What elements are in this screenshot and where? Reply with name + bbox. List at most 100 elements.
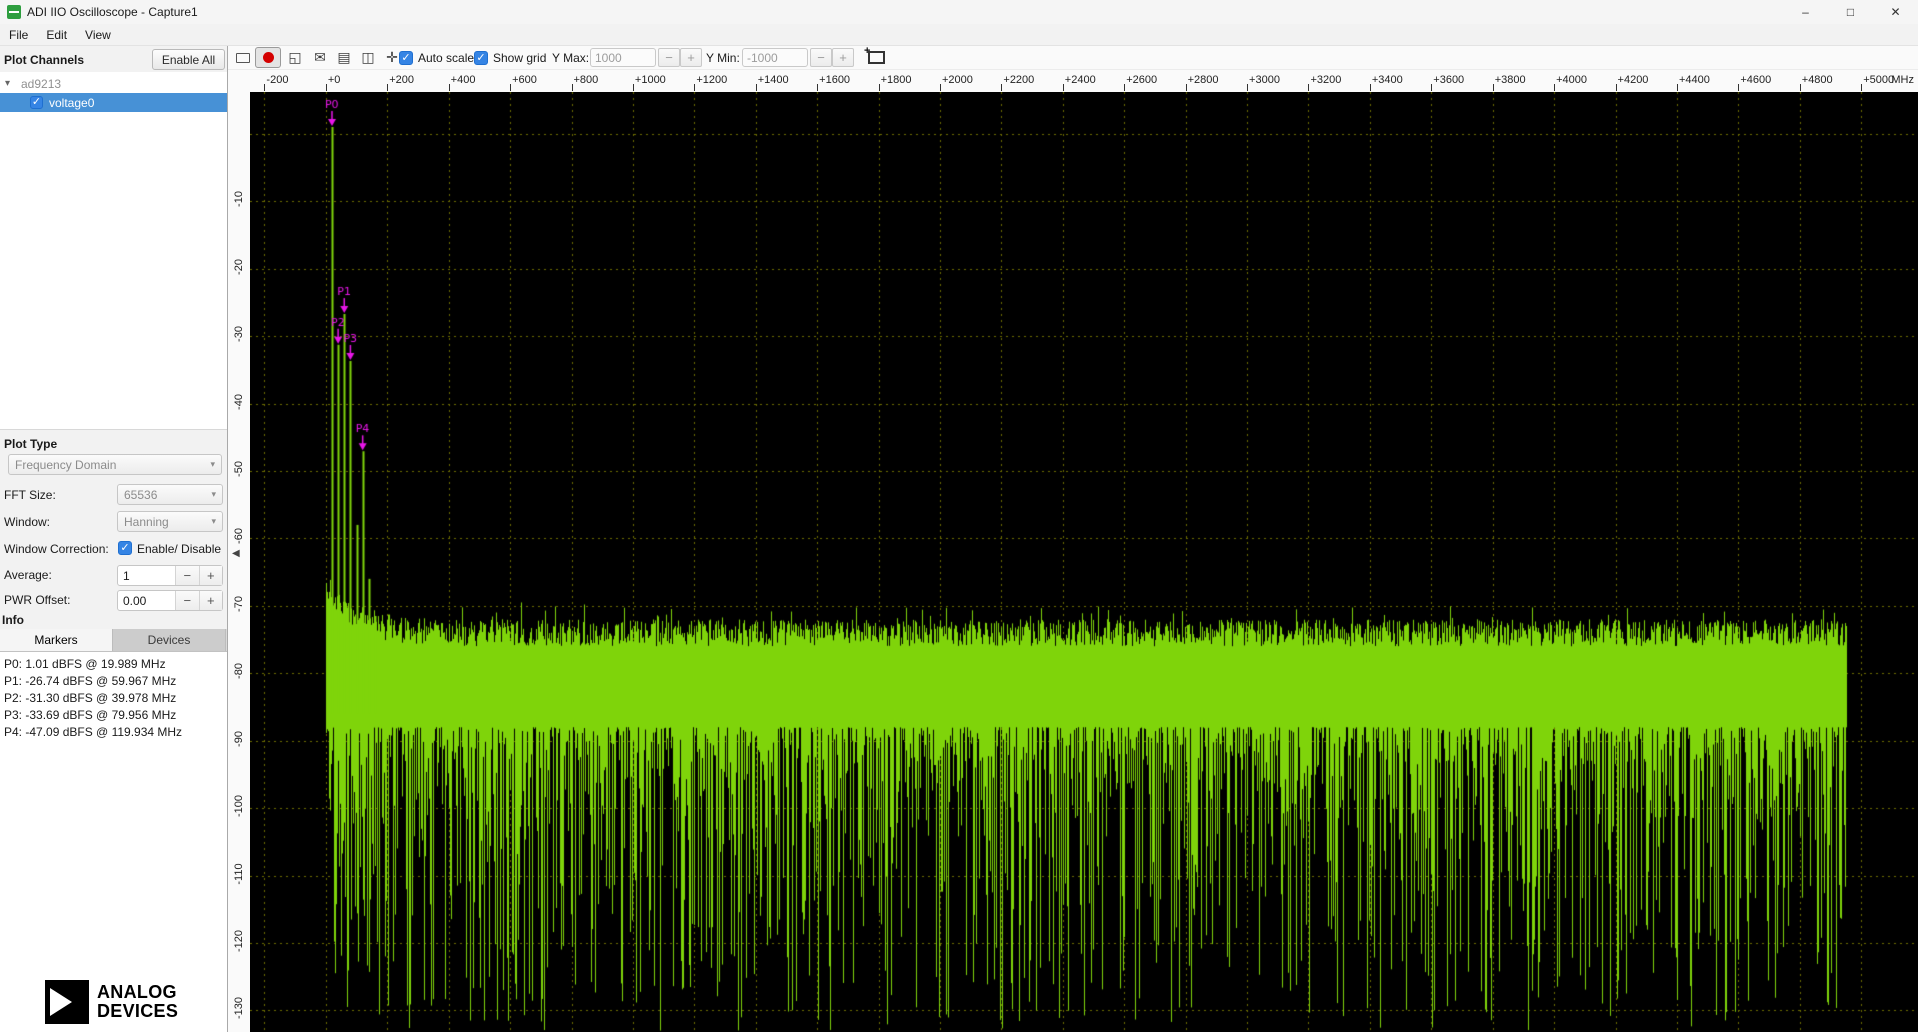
menu-item-view[interactable]: View bbox=[76, 28, 120, 42]
average-stepper: − + bbox=[117, 565, 223, 586]
window-correction-checkbox-label: Enable/ Disable bbox=[137, 542, 221, 556]
pwr-offset-decrement-button[interactable]: − bbox=[175, 591, 199, 610]
tab-markers[interactable]: Markers bbox=[0, 629, 113, 651]
y-max-increment-button[interactable]: + bbox=[680, 48, 702, 67]
y-axis-ruler: ◀ -10-20-30-40-50-60-70-80-90-100-110-12… bbox=[228, 92, 250, 1032]
window-title: ADI IIO Oscilloscope - Capture1 bbox=[27, 5, 198, 19]
show-grid-checkbox[interactable]: ✓ bbox=[474, 51, 488, 65]
zoom-fit-icon[interactable]: ◱ bbox=[285, 49, 305, 66]
y-axis-tick-label: -100 bbox=[233, 789, 245, 823]
snapshot-icon[interactable]: ◫ bbox=[358, 49, 378, 66]
pwr-offset-increment-button[interactable]: + bbox=[199, 591, 223, 610]
x-axis-tick-label: +3800 bbox=[1495, 74, 1526, 86]
show-grid-label: Show grid bbox=[493, 51, 546, 65]
average-input[interactable] bbox=[118, 566, 175, 585]
enable-all-button[interactable]: Enable All bbox=[152, 49, 225, 70]
y-min-increment-button[interactable]: + bbox=[832, 48, 854, 67]
x-axis-tick-label: +1800 bbox=[881, 74, 912, 86]
plot-type-label: Plot Type bbox=[4, 437, 57, 451]
x-axis-tick bbox=[1247, 84, 1248, 91]
marker-row[interactable]: P0: 1.01 dBFS @ 19.989 MHz bbox=[0, 656, 227, 673]
marker-row[interactable]: P2: -31.30 dBFS @ 39.978 MHz bbox=[0, 690, 227, 707]
check-icon: ✓ bbox=[476, 53, 485, 64]
x-axis-tick-label: +2600 bbox=[1126, 74, 1157, 86]
adi-triangle-icon bbox=[50, 988, 72, 1016]
x-axis-tick-label: +4400 bbox=[1679, 74, 1710, 86]
info-tabs: MarkersDevices bbox=[0, 629, 227, 652]
record-button[interactable] bbox=[255, 47, 281, 68]
channel-checkbox[interactable]: ✓ bbox=[30, 96, 43, 109]
y-axis-tick-label: -50 bbox=[233, 452, 245, 486]
x-axis-tick-label: +2800 bbox=[1188, 74, 1219, 86]
plus-icon: + bbox=[864, 45, 870, 57]
marker-row[interactable]: P4: -47.09 dBFS @ 119.934 MHz bbox=[0, 724, 227, 741]
x-axis-tick bbox=[633, 84, 634, 91]
save-icon[interactable]: ▤ bbox=[334, 49, 354, 66]
x-axis-tick bbox=[817, 84, 818, 91]
plot-toolbar: ◱ ✉ ▤ ◫ ✛ ✓ Auto scale ✓ Show grid Y Max… bbox=[228, 46, 1918, 70]
pwr-offset-label: PWR Offset: bbox=[4, 593, 70, 607]
marker-row[interactable]: P1: -26.74 dBFS @ 59.967 MHz bbox=[0, 673, 227, 690]
new-plot-icon[interactable]: + bbox=[868, 51, 885, 64]
window-correction-checkbox[interactable]: ✓ bbox=[118, 541, 132, 555]
check-icon: ✓ bbox=[32, 97, 41, 108]
spectrum-canvas[interactable] bbox=[250, 92, 1918, 1032]
plot-type-value: Frequency Domain bbox=[15, 458, 206, 472]
plot-type-select[interactable]: Frequency Domain ▾ bbox=[8, 454, 222, 475]
x-axis-tick bbox=[510, 84, 511, 91]
y-axis-tick-label: -110 bbox=[233, 857, 245, 891]
y-axis-tick-label: -60 bbox=[233, 519, 245, 553]
analog-devices-logo: ANALOG DEVICES bbox=[45, 980, 178, 1024]
y-axis-tick-label: -10 bbox=[233, 182, 245, 216]
y-axis-tick-label: -30 bbox=[233, 317, 245, 351]
y-max-label: Y Max: bbox=[552, 51, 589, 65]
marker-row[interactable]: P3: -33.69 dBFS @ 79.956 MHz bbox=[0, 707, 227, 724]
menu-bar: FileEditView bbox=[0, 24, 1918, 46]
close-button[interactable]: ✕ bbox=[1873, 0, 1918, 24]
window-correction-label: Window Correction: bbox=[4, 542, 109, 556]
pwr-offset-input[interactable] bbox=[118, 591, 175, 610]
x-axis-tick bbox=[387, 84, 388, 91]
chevron-down-icon: ▾ bbox=[210, 459, 215, 470]
tab-devices[interactable]: Devices bbox=[113, 629, 226, 651]
x-axis-tick-label: +2000 bbox=[942, 74, 973, 86]
device-name: ad9213 bbox=[21, 77, 61, 91]
fft-size-select[interactable]: 65536 ▾ bbox=[117, 484, 223, 505]
x-axis-tick bbox=[449, 84, 450, 91]
average-increment-button[interactable]: + bbox=[199, 566, 223, 585]
y-max-input[interactable] bbox=[590, 48, 656, 67]
x-axis-tick-label: +2200 bbox=[1003, 74, 1034, 86]
app-icon bbox=[7, 5, 21, 19]
average-decrement-button[interactable]: − bbox=[175, 566, 199, 585]
fft-size-label: FFT Size: bbox=[4, 488, 56, 502]
maximize-button[interactable]: □ bbox=[1828, 0, 1873, 24]
window-select[interactable]: Hanning ▾ bbox=[117, 511, 223, 532]
capture-display-icon[interactable] bbox=[236, 53, 250, 63]
y-max-decrement-button[interactable]: − bbox=[658, 48, 680, 67]
x-axis-tick-label: -200 bbox=[266, 74, 288, 86]
y-axis-tick-label: -120 bbox=[233, 924, 245, 958]
menu-item-edit[interactable]: Edit bbox=[37, 28, 76, 42]
device-row[interactable]: ▾ ad9213 bbox=[0, 74, 227, 93]
channel-row-voltage0[interactable]: ✓voltage0 bbox=[0, 93, 227, 112]
average-label: Average: bbox=[4, 568, 52, 582]
menu-item-file[interactable]: File bbox=[0, 28, 37, 42]
y-axis-tick-label: -80 bbox=[233, 654, 245, 688]
pwr-offset-stepper: − + bbox=[117, 590, 223, 611]
y-axis-tick-label: -20 bbox=[233, 250, 245, 284]
minimize-button[interactable]: – bbox=[1783, 0, 1828, 24]
auto-scale-checkbox[interactable]: ✓ bbox=[399, 51, 413, 65]
x-axis-tick bbox=[1616, 84, 1617, 91]
expander-icon[interactable]: ▾ bbox=[5, 78, 17, 89]
x-axis-tick bbox=[1554, 84, 1555, 91]
x-axis-tick-label: +3400 bbox=[1372, 74, 1403, 86]
x-axis-tick-label: +4000 bbox=[1556, 74, 1587, 86]
x-axis-tick-label: +4200 bbox=[1618, 74, 1649, 86]
x-axis-tick bbox=[1370, 84, 1371, 91]
y-min-decrement-button[interactable]: − bbox=[810, 48, 832, 67]
x-axis-tick bbox=[572, 84, 573, 91]
y-min-input[interactable] bbox=[742, 48, 808, 67]
x-axis-tick bbox=[1001, 84, 1002, 91]
envelope-icon[interactable]: ✉ bbox=[310, 49, 330, 66]
check-icon: ✓ bbox=[120, 543, 129, 554]
